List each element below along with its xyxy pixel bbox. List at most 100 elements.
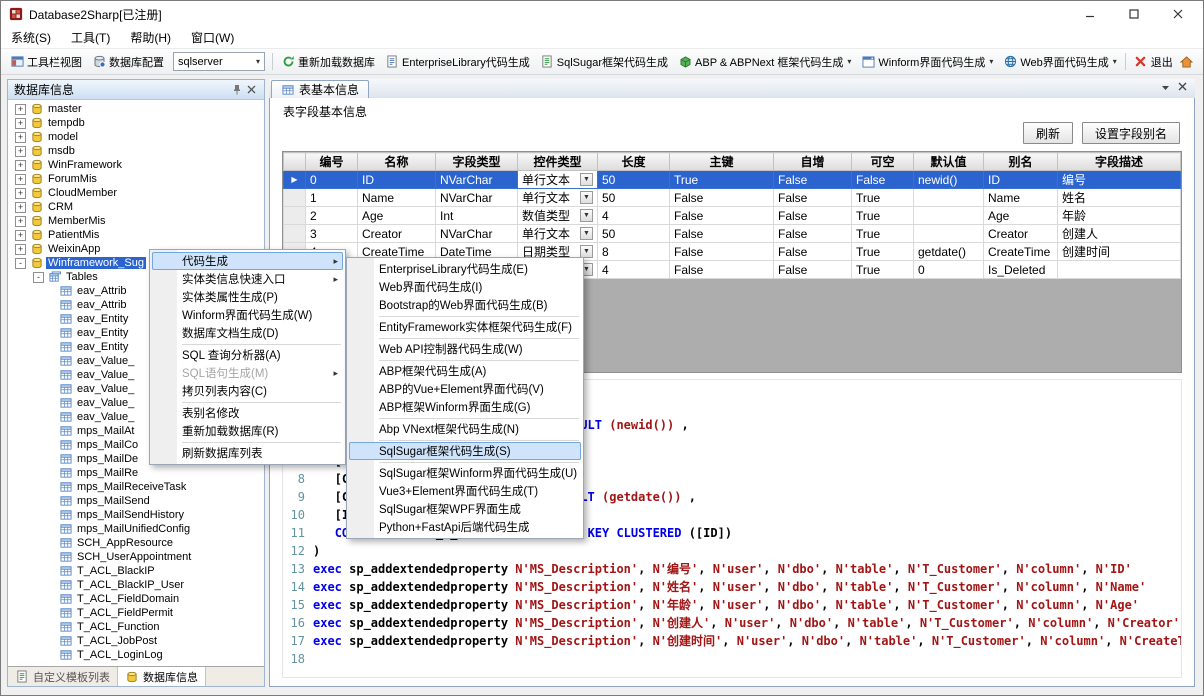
grid-cell[interactable]: NVarChar [436,189,518,207]
grid-cell[interactable]: 创建人 [1058,225,1181,243]
grid-cell[interactable]: True [852,243,914,261]
grid-cell[interactable]: 50 [598,171,670,189]
expander-icon[interactable]: + [15,202,26,213]
grid-cell[interactable]: Creator [358,225,436,243]
tree-node-database[interactable]: +WinFramework [11,158,264,172]
grid-cell[interactable]: True [852,207,914,225]
expander-icon[interactable]: + [15,132,26,143]
grid-cell[interactable]: False [852,171,914,189]
tab-table-info[interactable]: 表基本信息 [271,80,369,98]
toolbar-button-cube[interactable]: ABP & ABPNext 框架代码生成▾ [673,51,856,73]
tree-node-table[interactable]: mps_MailSendHistory [11,508,264,522]
grid-cell[interactable]: 创建时间 [1058,243,1181,261]
combo-dropdown-button[interactable]: ▼ [580,209,593,222]
grid-cell[interactable]: CreateTime [984,243,1058,261]
tree-node-database[interactable]: +tempdb [11,116,264,130]
context-menu-item[interactable]: 刷新数据库列表 [152,444,343,462]
grid-cell[interactable]: False [670,243,774,261]
grid-cell[interactable]: False [774,261,852,279]
submenu-item[interactable]: SqlSugar框架WPF界面生成 [349,500,581,518]
toolbar-button-exit[interactable]: 退出 [1129,51,1178,73]
row-indicator[interactable] [284,189,306,207]
tree-node-table[interactable]: SCH_AppResource [11,536,264,550]
table-row[interactable]: 1NameNVarChar单行文本▼50FalseFalseTrueName姓名 [284,189,1181,207]
expander-icon[interactable]: + [15,160,26,171]
submenu-item[interactable]: Web API控制器代码生成(W) [349,340,581,358]
tree-node-table[interactable]: T_ACL_BlackIP_User [11,578,264,592]
pin-icon[interactable] [229,84,244,95]
submenu-item[interactable]: Abp VNext框架代码生成(N) [349,420,581,438]
grid-cell[interactable]: False [774,189,852,207]
submenu-item[interactable]: Python+FastApi后端代码生成 [349,518,581,536]
toolbar-button-home[interactable] [1178,53,1196,71]
grid-cell[interactable]: 50 [598,225,670,243]
grid-cell[interactable]: ID [358,171,436,189]
grid-cell[interactable]: Int [436,207,518,225]
context-menu-item[interactable]: 数据库文档生成(D) [152,324,343,342]
tree-node-table[interactable]: T_ACL_JobPost [11,634,264,648]
grid-cell[interactable]: 0 [306,171,358,189]
grid-cell[interactable]: False [774,171,852,189]
submenu-item[interactable]: SqlSugar框架Winform界面代码生成(U) [349,464,581,482]
tree-node-table[interactable]: mps_MailUnifiedConfig [11,522,264,536]
tree-node-table[interactable]: T_ACL_BlackIP [11,564,264,578]
grid-cell[interactable] [1058,261,1181,279]
tree-node-database[interactable]: +msdb [11,144,264,158]
tab-close-icon[interactable] [1178,80,1187,94]
context-menu-item[interactable]: 代码生成▸ [152,252,343,270]
grid-cell[interactable]: getdate() [914,243,984,261]
toolbar-button-doc-green[interactable]: SqlSugar框架代码生成 [535,51,673,73]
maximize-button[interactable] [1115,1,1159,27]
grid-cell[interactable]: False [670,189,774,207]
grid-cell[interactable]: True [852,261,914,279]
panel-tab[interactable]: 数据库信息 [118,667,206,686]
set-alias-button[interactable]: 设置字段别名 [1082,122,1180,144]
tree-node-database[interactable]: +CRM [11,200,264,214]
toolbar-button-dbconfig[interactable]: 数据库配置 [87,51,169,73]
tree-node-table[interactable]: T_ACL_Function [11,620,264,634]
menubar-item[interactable]: 工具(T) [61,27,120,48]
expander-icon[interactable]: + [15,216,26,227]
table-row[interactable]: 3CreatorNVarChar单行文本▼50FalseFalseTrueCre… [284,225,1181,243]
tree-node-table[interactable]: T_ACL_LoginLog [11,648,264,662]
expander-icon[interactable]: + [15,188,26,199]
grid-cell[interactable]: True [852,225,914,243]
submenu-item[interactable]: Bootstrap的Web界面代码生成(B) [349,296,581,314]
column-header[interactable]: 控件类型 [518,153,598,171]
submenu-item[interactable]: Web界面代码生成(I) [349,278,581,296]
grid-cell[interactable] [914,225,984,243]
tree-node-table[interactable]: mps_MailRe [11,466,264,480]
grid-cell[interactable]: NVarChar [436,171,518,189]
combo-dropdown-button[interactable]: ▼ [580,191,593,204]
context-menu-item[interactable]: 表别名修改 [152,404,343,422]
refresh-button[interactable]: 刷新 [1023,122,1073,144]
grid-cell[interactable]: Age [358,207,436,225]
panel-close-icon[interactable] [244,85,259,94]
grid-cell[interactable]: False [774,225,852,243]
tree-node-table[interactable]: T_ACL_FieldDomain [11,592,264,606]
grid-cell[interactable]: 8 [598,243,670,261]
grid-cell[interactable]: 单行文本▼ [518,189,598,207]
grid-cell[interactable]: 年龄 [1058,207,1181,225]
row-indicator[interactable] [284,225,306,243]
close-button[interactable] [1159,1,1203,27]
tree-node-table[interactable]: mps_MailSend [11,494,264,508]
toolbar-button-globe[interactable]: Web界面代码生成▾ [998,51,1121,73]
grid-cell[interactable]: Is_Deleted [984,261,1058,279]
column-header[interactable]: 名称 [358,153,436,171]
context-menu-item[interactable]: 重新加载数据库(R) [152,422,343,440]
grid-cell[interactable]: True [670,171,774,189]
grid-cell[interactable]: False [774,207,852,225]
grid-cell[interactable]: 0 [914,261,984,279]
chevron-down-icon[interactable] [1161,80,1170,94]
panel-tab[interactable]: 自定义模板列表 [8,667,118,686]
column-header[interactable]: 字段描述 [1058,153,1181,171]
context-menu-item[interactable]: 实体类信息快速入口▸ [152,270,343,288]
context-menu-item[interactable]: SQL 查询分析器(A) [152,346,343,364]
tree-node-database[interactable]: +master [11,102,264,116]
grid-cell[interactable]: False [670,207,774,225]
tree-node-table[interactable]: T_ACL_FieldPermit [11,606,264,620]
grid-cell[interactable] [914,207,984,225]
expander-icon[interactable]: + [15,244,26,255]
column-header[interactable]: 自增 [774,153,852,171]
